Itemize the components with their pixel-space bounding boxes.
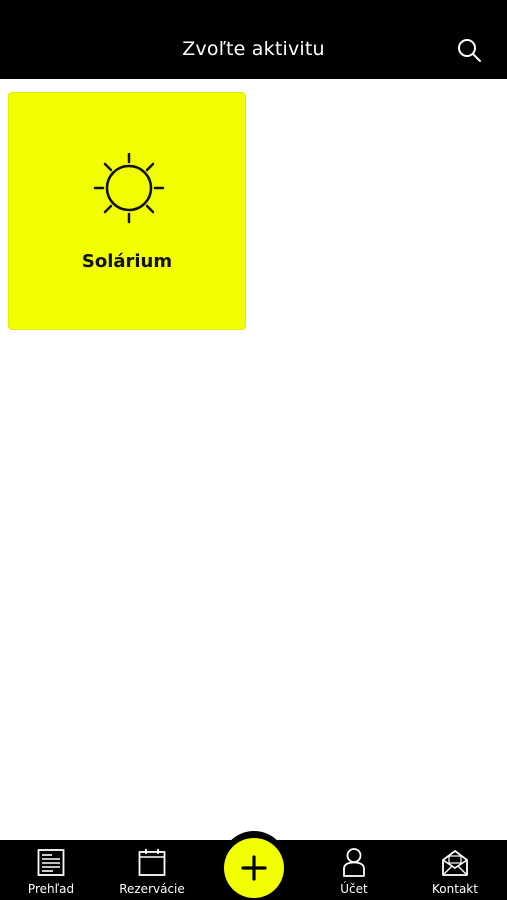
nav-label-reservations: Rezervácie (119, 882, 185, 896)
nav-label-overview: Prehľad (27, 882, 75, 896)
list-icon (37, 849, 65, 876)
sun-icon (93, 153, 165, 224)
page-title: Zvoľte aktivitu (182, 38, 325, 60)
search-icon (458, 39, 481, 62)
calendar-icon (138, 849, 166, 876)
nav-label-contact: Kontakt (432, 882, 478, 896)
envelope-icon (442, 850, 468, 876)
top-bar: Zvoľte aktivitu (0, 0, 507, 79)
activity-label: Solárium (81, 251, 173, 272)
add-button[interactable] (224, 838, 284, 898)
nav-label-account: Účet (340, 882, 368, 896)
activity-tile-solarium[interactable]: Solárium (8, 92, 246, 330)
nav-item-reservations[interactable]: Rezervácie (107, 840, 197, 900)
search-button[interactable] (456, 38, 486, 68)
user-icon (343, 848, 365, 877)
nav-item-contact[interactable]: Kontakt (410, 840, 500, 900)
app-screen: Zvoľte aktivitu Solárium Prehľad Rezervá… (0, 0, 507, 900)
nav-item-account[interactable]: Účet (309, 840, 399, 900)
plus-icon (241, 855, 267, 881)
nav-item-overview[interactable]: Prehľad (6, 840, 96, 900)
